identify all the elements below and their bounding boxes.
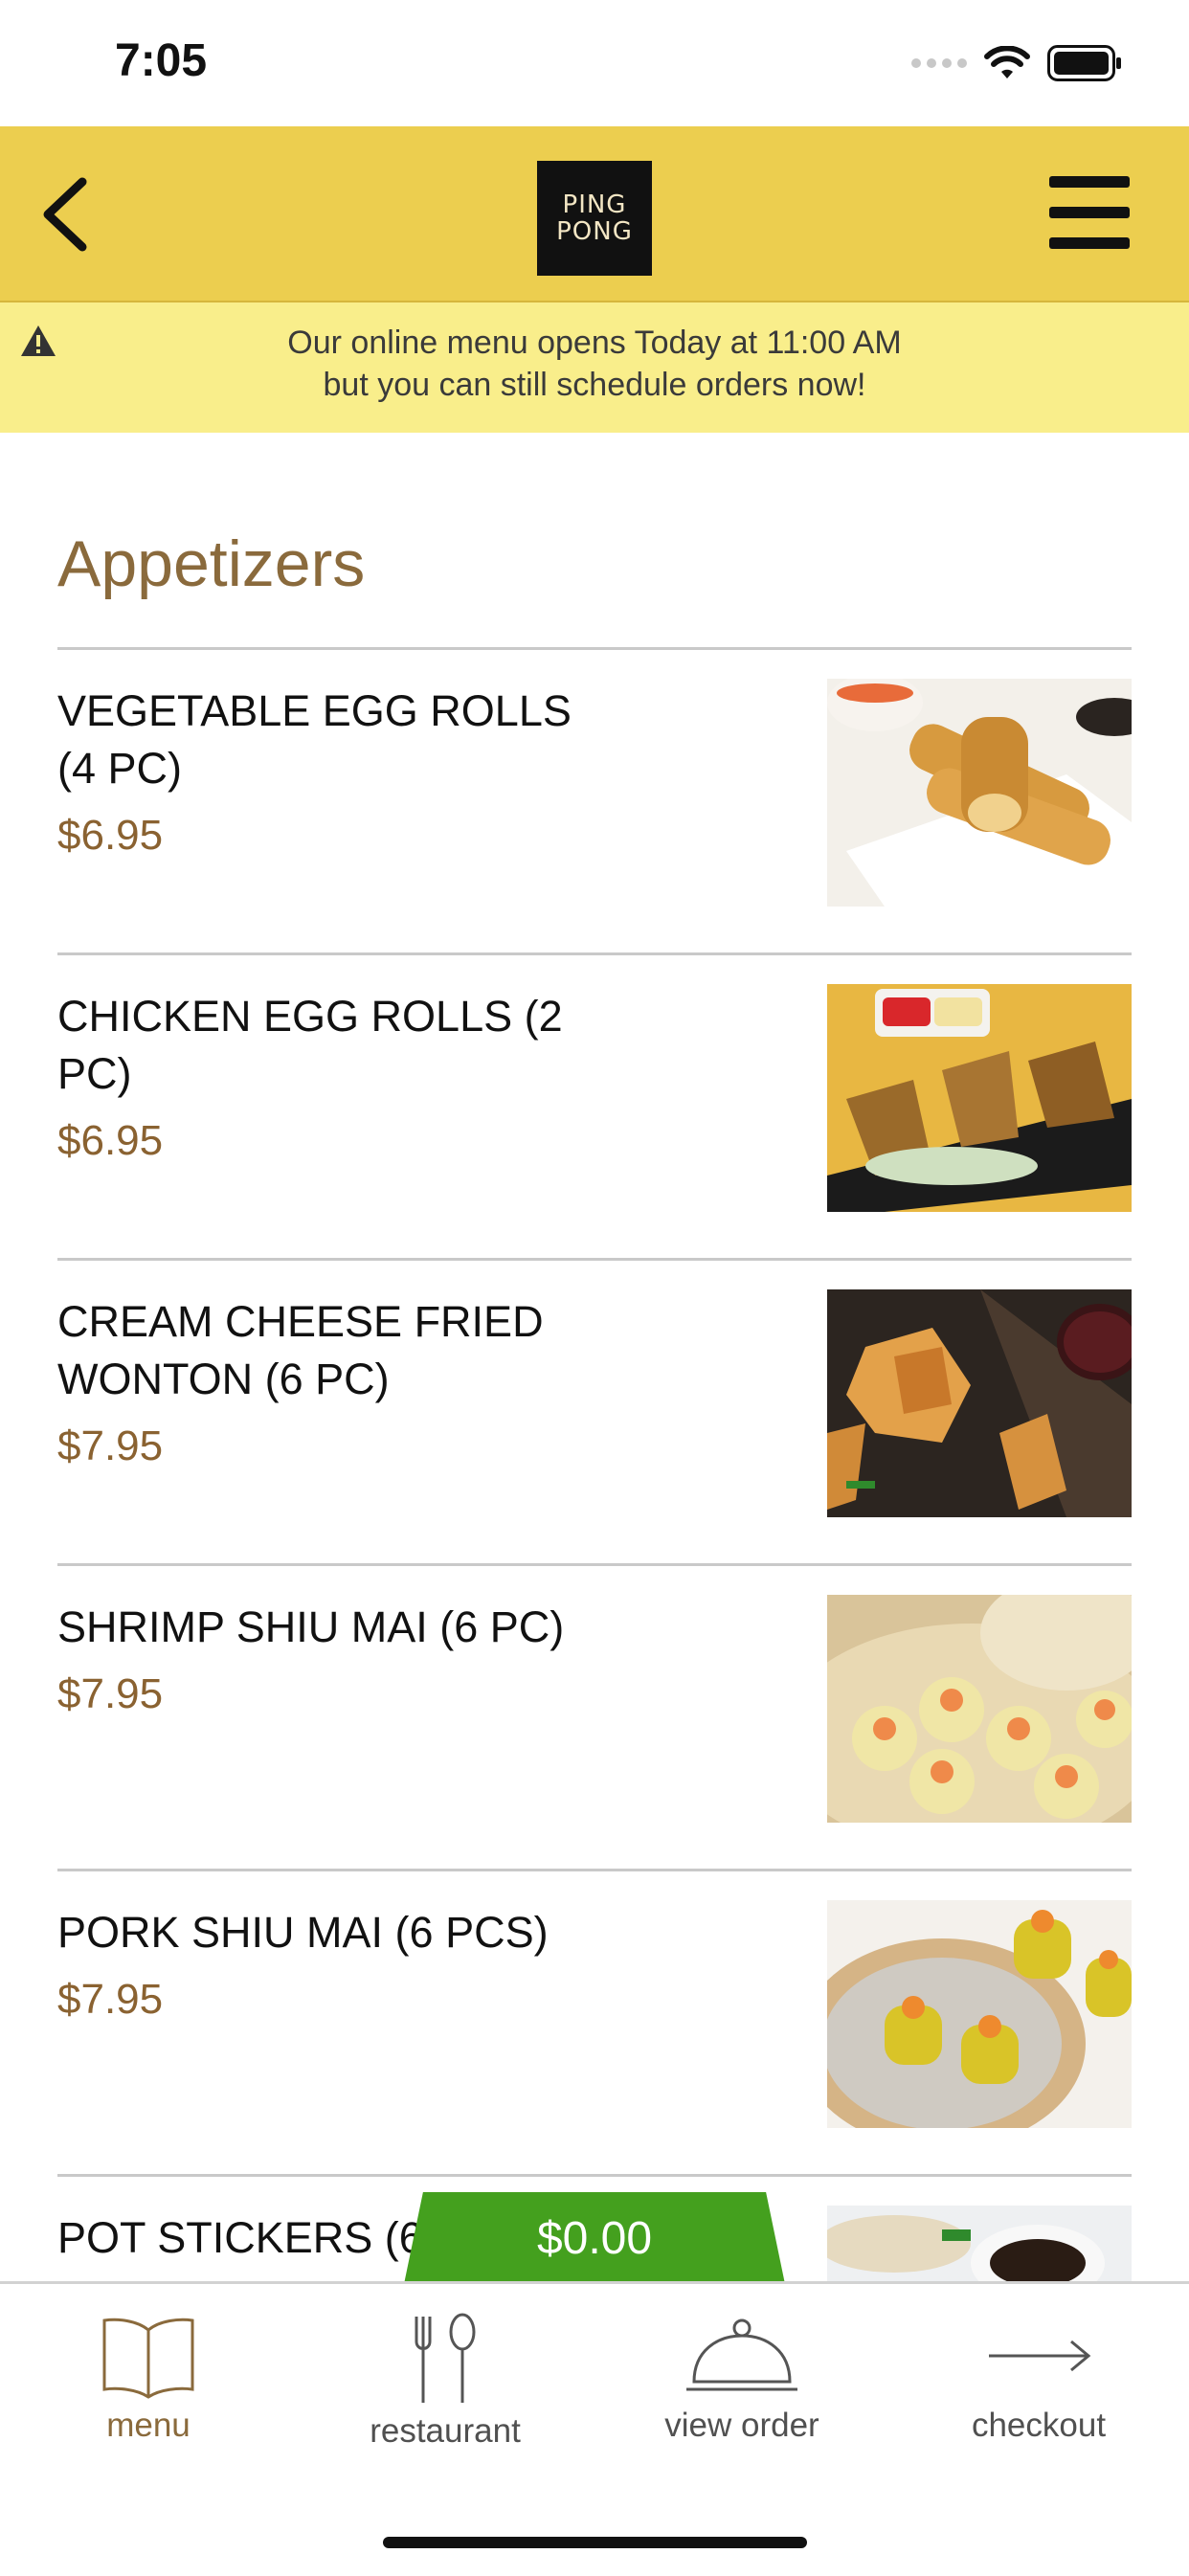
tab-menu[interactable]: menu	[0, 2313, 297, 2456]
item-name-text: PORK SHIU MAI (6 PCS)	[57, 1908, 549, 1957]
restaurant-logo[interactable]: PING PONG	[537, 161, 652, 276]
book-icon	[102, 2318, 194, 2399]
pork-shiu-mai-photo	[827, 1900, 1132, 2128]
menu-item-name: PORK SHIU MAI (6 PCS) $7.95	[57, 1904, 613, 2028]
menu-item-price: $6.95	[57, 812, 164, 859]
tab-view-order-label: view order	[664, 2407, 819, 2444]
menu-item[interactable]: SHRIMP SHIU MAI (6 PC) $7.95	[57, 1563, 1132, 1869]
bottom-tab-bar: menu restaurant view order checkout	[0, 2281, 1189, 2576]
banner-line1: Our online menu opens Today at 11:00 AM	[287, 325, 902, 361]
cloche-icon	[686, 2318, 797, 2391]
battery-icon	[1047, 45, 1121, 81]
tab-restaurant[interactable]: restaurant	[297, 2313, 594, 2456]
shrimp-shiu-mai-photo	[827, 1595, 1132, 1823]
menu-item-name: CHICKEN EGG ROLLS (2 PC) $6.95	[57, 988, 613, 1170]
menu-hamburger-button[interactable]	[1049, 176, 1130, 249]
cart-total-button[interactable]: $0.00	[404, 2192, 785, 2284]
item-name-text: SHRIMP SHIU MAI (6 PC)	[57, 1602, 565, 1651]
tab-checkout[interactable]: checkout	[890, 2313, 1187, 2456]
wifi-icon	[984, 46, 1030, 78]
arrow-right-icon	[989, 2340, 1091, 2372]
tab-restaurant-label: restaurant	[370, 2412, 521, 2450]
menu-item[interactable]: CHICKEN EGG ROLLS (2 PC) $6.95	[57, 952, 1132, 1258]
wonton-photo	[827, 1289, 1132, 1517]
item-name-text: CHICKEN EGG ROLLS (2 PC)	[57, 992, 563, 1098]
item-name-text: VEGETABLE EGG ROLLS (4 PC)	[57, 686, 572, 793]
banner-line2: but you can still schedule orders now!	[323, 367, 866, 403]
menu-item-name: CREAM CHEESE FRIED WONTON (6 PC) $7.95	[57, 1293, 613, 1475]
item-name-text: POT STICKERS (6	[57, 2213, 423, 2262]
notice-banner: Our online menu opens Today at 11:00 AM …	[0, 302, 1189, 433]
tab-view-order[interactable]: view order	[594, 2313, 890, 2456]
tab-menu-label: menu	[106, 2407, 191, 2444]
app-header: PING PONG	[0, 126, 1189, 302]
status-icons	[911, 44, 1122, 82]
signal-icon	[911, 58, 967, 68]
item-name-text: CREAM CHEESE FRIED WONTON (6 PC)	[57, 1297, 544, 1403]
section-title: Appetizers	[57, 527, 366, 600]
fork-spoon-icon	[415, 2313, 476, 2403]
tab-checkout-label: checkout	[971, 2407, 1107, 2444]
banner-message: Our online menu opens Today at 11:00 AM …	[0, 322, 1189, 406]
status-bar: 7:05	[0, 0, 1189, 126]
menu-item[interactable]: PORK SHIU MAI (6 PCS) $7.95	[57, 1869, 1132, 2174]
logo-line2: PONG	[556, 217, 633, 246]
back-button[interactable]	[38, 176, 96, 253]
home-indicator[interactable]	[383, 2537, 807, 2548]
menu-item[interactable]: CREAM CHEESE FRIED WONTON (6 PC) $7.95	[57, 1258, 1132, 1563]
logo-line1: PING	[562, 190, 627, 219]
status-time: 7:05	[115, 35, 208, 86]
menu-item-price: $7.95	[57, 1422, 164, 1469]
menu-item[interactable]: VEGETABLE EGG ROLLS (4 PC) $6.95	[57, 647, 1132, 952]
menu-item-price: $7.95	[57, 1670, 164, 1717]
menu-item-name: VEGETABLE EGG ROLLS (4 PC) $6.95	[57, 683, 613, 864]
chicken-rolls-photo	[827, 984, 1132, 1212]
menu-item-price: $7.95	[57, 1976, 164, 2023]
menu-item-name: SHRIMP SHIU MAI (6 PC) $7.95	[57, 1599, 613, 1723]
menu-item-price: $6.95	[57, 1117, 164, 1164]
egg-rolls-photo	[827, 679, 1132, 907]
